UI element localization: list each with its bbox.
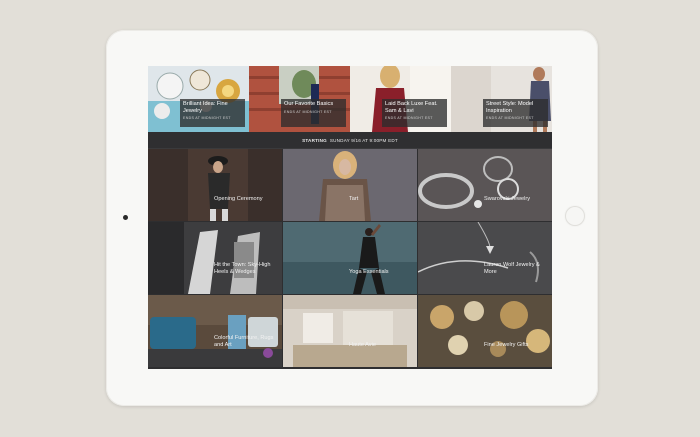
haute-avie-image	[283, 295, 417, 367]
featured-subtitle: ENDS AT MIDNIGHT EST	[486, 116, 534, 121]
fine-jewelry-image	[418, 295, 552, 367]
event-tile-lauren-wolf[interactable]: Lauren Wolf Jewelry & More	[418, 222, 552, 294]
featured-caption: Our Favorite Basics ENDS AT MIDNIGHT EST	[281, 99, 346, 127]
banner-label: STARTING	[302, 137, 327, 143]
featured-title: Laid Back Luxe Feat. Sam & Lavi	[385, 101, 438, 114]
featured-title: Our Favorite Basics	[284, 101, 334, 107]
tart-image	[283, 149, 417, 221]
event-title: Swarovski Jewelry	[484, 196, 531, 202]
featured-caption: Brilliant Idea: Fine Jewelry ENDS AT MID…	[180, 99, 245, 127]
featured-tile-street[interactable]: Street Style: Model Inspiration ENDS AT …	[451, 66, 552, 132]
heels-image	[148, 222, 282, 294]
event-tile-furniture[interactable]: Colorful Furniture, Rugs and Art	[148, 295, 282, 367]
yoga-image	[283, 222, 417, 294]
event-title: Colorful Furniture, Rugs and Art	[214, 335, 274, 348]
event-tile-opening-ceremony[interactable]: Opening Ceremony	[148, 149, 282, 221]
event-title: Lauren Wolf Jewelry & More	[484, 262, 540, 275]
event-tile-heels[interactable]: Hit the Town: Sky-High Heels & Wedges	[148, 222, 282, 294]
featured-caption: Street Style: Model Inspiration ENDS AT …	[483, 99, 548, 127]
event-title: Tart	[349, 196, 359, 202]
event-title: Haute Avie	[349, 342, 376, 348]
home-button[interactable]	[565, 206, 585, 226]
featured-caption: Laid Back Luxe Feat. Sam & Lavi ENDS AT …	[382, 99, 447, 127]
event-tile-haute-avie[interactable]: Haute Avie	[283, 295, 417, 367]
featured-tile-jewelry[interactable]: Brilliant Idea: Fine Jewelry ENDS AT MID…	[148, 66, 249, 132]
featured-subtitle: ENDS AT MIDNIGHT EST	[284, 109, 332, 114]
event-grid: Opening Ceremony Tart Swarovski Jewelry	[148, 149, 552, 369]
swarovski-image	[418, 149, 552, 221]
event-title: Fine Jewelry Gifts	[484, 342, 529, 348]
opening-ceremony-image	[148, 149, 282, 221]
featured-title: Brilliant Idea: Fine Jewelry	[183, 101, 228, 114]
event-tile-swarovski[interactable]: Swarovski Jewelry	[418, 149, 552, 221]
featured-subtitle: ENDS AT MIDNIGHT EST	[183, 116, 231, 121]
event-title: Opening Ceremony	[214, 196, 263, 202]
furniture-image	[148, 295, 282, 367]
app-screen: Brilliant Idea: Fine Jewelry ENDS AT MID…	[148, 66, 552, 369]
featured-tile-basics[interactable]: Our Favorite Basics ENDS AT MIDNIGHT EST	[249, 66, 350, 132]
featured-tile-luxe[interactable]: Laid Back Luxe Feat. Sam & Lavi ENDS AT …	[350, 66, 451, 132]
banner-text: SUNDAY 9/16 AT 9:00PM EDT	[329, 137, 398, 143]
event-tile-yoga[interactable]: Yoga Essentials	[283, 222, 417, 294]
camera-icon	[123, 215, 128, 220]
event-tile-fine-jewelry[interactable]: Fine Jewelry Gifts	[418, 295, 552, 367]
featured-subtitle: ENDS AT MIDNIGHT EST	[385, 116, 433, 121]
featured-title: Street Style: Model Inspiration	[486, 101, 534, 114]
event-title: Yoga Essentials	[349, 269, 389, 275]
starting-banner: STARTING SUNDAY 9/16 AT 9:00PM EDT	[148, 132, 552, 149]
event-tile-tart[interactable]: Tart	[283, 149, 417, 221]
event-title: Hit the Town: Sky-High Heels & Wedges	[214, 262, 271, 275]
lauren-wolf-image	[418, 222, 552, 294]
featured-row: Brilliant Idea: Fine Jewelry ENDS AT MID…	[148, 66, 552, 132]
